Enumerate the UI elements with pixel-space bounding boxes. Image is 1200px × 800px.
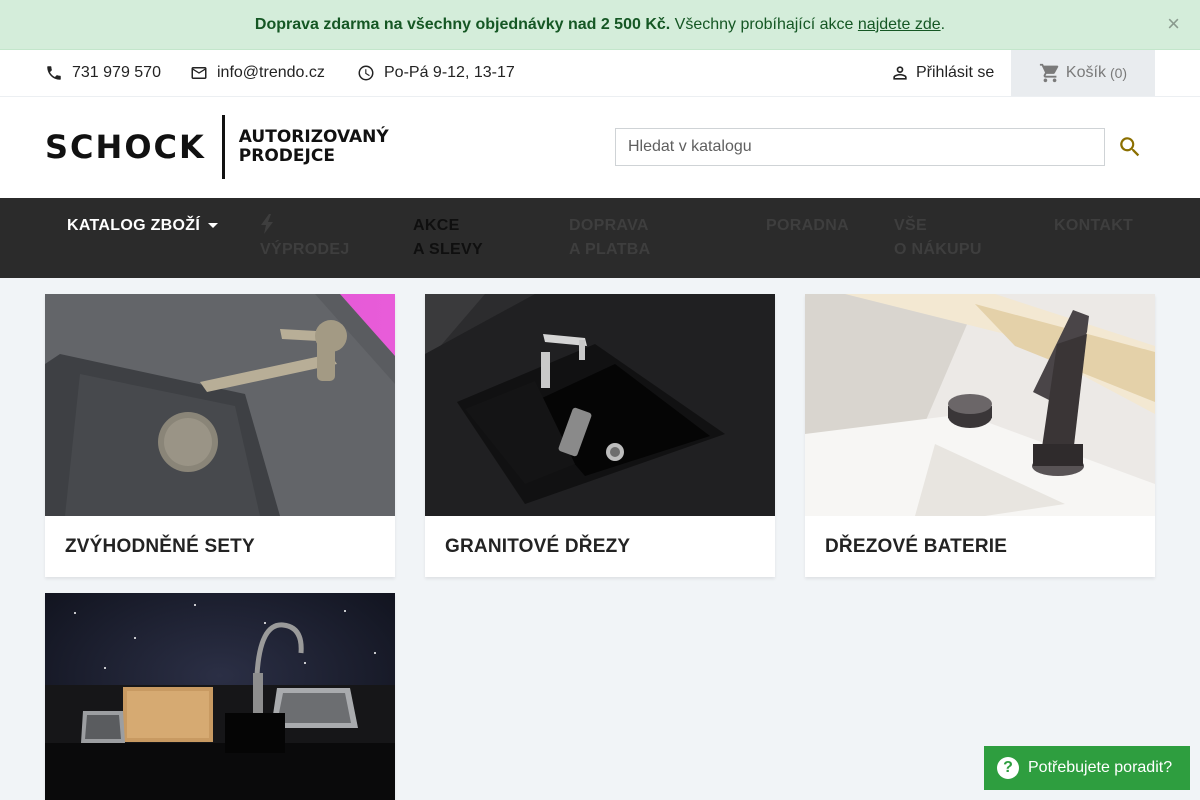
phone-number: 731 979 570: [72, 64, 161, 81]
login-link[interactable]: Přihlásit se: [890, 50, 994, 96]
search-input[interactable]: [615, 128, 1105, 166]
nav-about[interactable]: VŠE O NÁKUPU: [894, 214, 982, 262]
cart-icon: [1039, 63, 1059, 83]
mail-icon: [191, 67, 207, 79]
nav-catalog[interactable]: KATALOG ZBOŽÍ: [67, 214, 219, 238]
nav-deals-line1: AKCE: [413, 217, 460, 234]
nav-sale[interactable]: VÝPRODEJ: [260, 214, 350, 262]
phone-icon: [47, 66, 61, 80]
user-icon: [893, 66, 907, 80]
help-label: Potřebujete poradit?: [1028, 759, 1173, 776]
cart-button[interactable]: Košík (0): [1011, 50, 1155, 96]
category-card[interactable]: GRANITOVÉ DŘEZY: [425, 294, 775, 577]
nav-contact-label: KONTAKT: [1054, 217, 1134, 234]
category-image-sets: [45, 294, 395, 516]
category-image-faucets: [805, 294, 1155, 516]
nav-deals[interactable]: AKCE A SLEVY: [413, 214, 483, 262]
category-card[interactable]: ZVÝHODNĚNÉ SETY: [45, 294, 395, 577]
logo-subtitle: AUTORIZOVANÝ PRODEJCE: [239, 128, 389, 166]
phone-contact[interactable]: 731 979 570: [45, 50, 161, 96]
promo-period: .: [940, 15, 946, 33]
promo-text: Všechny probíhající akce: [674, 15, 854, 33]
category-image-accessories: [45, 593, 395, 800]
nav-shipping-line1: DOPRAVA: [569, 217, 649, 234]
bolt-icon: [260, 214, 282, 238]
opening-hours: Po-Pá 9-12, 13-17: [357, 50, 515, 96]
question-icon: ?: [997, 757, 1019, 779]
email-address: info@trendo.cz: [217, 64, 325, 81]
nav-deals-line2: A SLEVY: [413, 241, 483, 258]
close-icon[interactable]: ×: [1167, 12, 1180, 36]
nav-shipping[interactable]: DOPRAVA A PLATBA: [569, 214, 651, 262]
logo-brand: SCHOCK: [45, 128, 206, 166]
logo-divider: [221, 115, 225, 179]
category-card[interactable]: DŘEZOVÉ BATERIE: [805, 294, 1155, 577]
nav-contact[interactable]: KONTAKT: [1054, 214, 1133, 238]
logo-subtitle-line1: AUTORIZOVANÝ: [238, 127, 389, 147]
hours-text: Po-Pá 9-12, 13-17: [384, 64, 515, 81]
category-label: DŘEZOVÉ BATERIE: [825, 535, 1008, 557]
site-header: SCHOCK AUTORIZOVANÝ PRODEJCE: [0, 97, 1200, 198]
help-chat-button[interactable]: ? Potřebujete poradit?: [984, 746, 1190, 790]
nav-shipping-line2: A PLATBA: [569, 241, 651, 258]
nav-advice[interactable]: PORADNA: [766, 214, 849, 238]
category-label: GRANITOVÉ DŘEZY: [445, 535, 631, 557]
nav-about-line2: O NÁKUPU: [894, 241, 982, 258]
logo-subtitle-line2: PRODEJCE: [238, 146, 335, 166]
cart-count: (0): [1109, 65, 1128, 81]
promo-link[interactable]: najdete zde: [858, 16, 941, 34]
schock-logo[interactable]: SCHOCK AUTORIZOVANÝ PRODEJCE: [45, 115, 389, 179]
login-label: Přihlásit se: [916, 64, 995, 81]
promo-bold-text: Doprava zdarma na všechny objednávky nad…: [254, 15, 671, 33]
search-button[interactable]: [1117, 134, 1143, 160]
category-card[interactable]: [45, 593, 395, 800]
category-image-granite-sinks: [425, 294, 775, 516]
nav-catalog-label: KATALOG ZBOŽÍ: [67, 217, 201, 234]
promo-banner: Doprava zdarma na všechny objednávky nad…: [0, 0, 1200, 50]
category-label: ZVÝHODNĚNÉ SETY: [65, 535, 255, 557]
email-contact[interactable]: info@trendo.cz: [190, 50, 325, 96]
chevron-down-icon: [208, 223, 219, 229]
nav-advice-label: PORADNA: [766, 217, 849, 234]
search-icon: [1120, 137, 1140, 157]
nav-about-line1: VŠE: [894, 217, 927, 234]
cart-label: Košík: [1065, 64, 1106, 81]
contact-bar: 731 979 570 info@trendo.cz Po-Pá 9-12, 1…: [0, 50, 1200, 97]
clock-icon: [358, 65, 374, 81]
main-nav: KATALOG ZBOŽÍ VÝPRODEJ AKCE A SLEVY DOPR…: [0, 198, 1200, 278]
nav-sale-label: VÝPRODEJ: [260, 241, 350, 258]
